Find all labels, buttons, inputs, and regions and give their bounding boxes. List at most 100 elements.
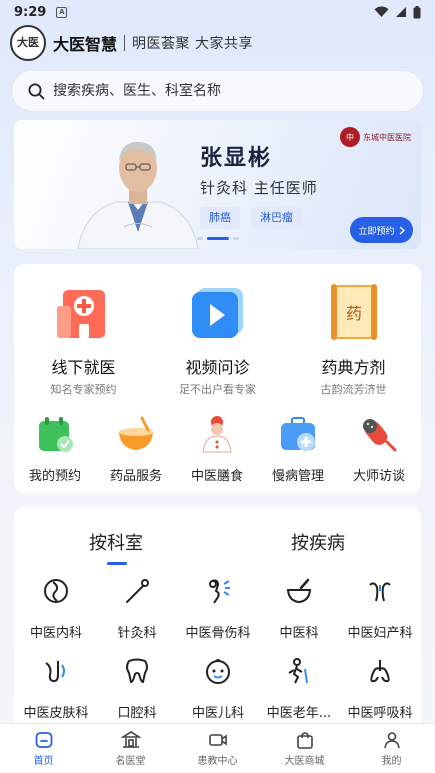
hospital-name: 东城中医医院 — [363, 132, 411, 142]
search-bar[interactable] — [11, 70, 424, 112]
tab-by-disease[interactable]: 按疾病 — [291, 529, 345, 555]
scroll-icon-text: 药 — [345, 304, 361, 323]
shortcut-medicine-service[interactable]: 药品服务 — [95, 414, 177, 484]
shortcut-tcm-diet[interactable]: 中医膳食 — [176, 414, 258, 484]
service-offline-visit[interactable]: 线下就医 知名专家预约 — [16, 284, 151, 397]
shortcut-master-interview[interactable]: 大师访谈 — [338, 414, 420, 484]
chevron-right-icon — [399, 225, 405, 235]
baby-icon — [206, 659, 230, 684]
status-time: 9:29 — [14, 4, 47, 20]
book-now-label: 立即预约 — [358, 226, 395, 237]
department-tabs: 按科室 按疾病 — [14, 529, 421, 569]
shortcut-label: 慢病管理 — [271, 469, 324, 484]
service-pharmacopeia[interactable]: 药 药典方剂 古韵流芳济世 — [286, 284, 421, 397]
nav-label: 首页 — [33, 756, 54, 767]
scroll-icon: 药 — [330, 284, 377, 340]
specialty-tag: 淋巴瘤 — [251, 207, 302, 229]
department-label: 中医呼吸科 — [347, 706, 413, 721]
department-item[interactable]: 中医儿科 — [177, 657, 259, 721]
user-icon — [383, 732, 400, 749]
hospital-icon — [56, 290, 105, 338]
carousel-dot-active[interactable] — [206, 237, 229, 240]
department-label: 中医骨伤科 — [185, 626, 251, 641]
shopping-bag-icon — [296, 732, 313, 749]
nav-home[interactable]: 首页 — [0, 724, 87, 773]
skin-icon — [45, 661, 65, 683]
department-label: 中医老年... — [266, 706, 332, 721]
department-item[interactable]: 中医科 — [258, 577, 340, 641]
nav-patient-education[interactable]: 患教中心 — [174, 724, 261, 773]
service-title: 线下就医 — [51, 358, 116, 377]
bottom-navigation: 首页 名医堂 患教中心 大医商城 我的 — [0, 723, 435, 773]
nav-profile[interactable]: 我的 — [348, 724, 435, 773]
hospital-logo: 中 东城中医医院 — [340, 127, 411, 147]
lungs-icon — [370, 660, 390, 683]
doctor-banner[interactable]: 中 东城中医医院 张显彬 针灸科 主任医师 肺癌 淋巴瘤 立即预约 — [14, 120, 421, 249]
battery-icon — [413, 5, 421, 18]
video-play-icon — [191, 288, 243, 338]
app-name: 大医智慧 — [53, 35, 118, 54]
doctor-name: 张显彬 — [200, 146, 273, 171]
department-item[interactable]: 中医内科 — [15, 577, 97, 641]
nav-famous-doctors[interactable]: 名医堂 — [87, 724, 174, 773]
tab-by-department[interactable]: 按科室 — [89, 529, 143, 555]
department-label: 中医皮肤科 — [23, 706, 89, 721]
hall-icon — [120, 731, 141, 748]
service-video-consult[interactable]: 视频问诊 足不出户看专家 — [150, 284, 285, 397]
home-icon — [35, 732, 52, 748]
logo-text: 大医 — [17, 36, 39, 49]
service-subtitle: 足不出户看专家 — [179, 383, 256, 396]
calendar-check-icon — [39, 417, 73, 452]
department-item[interactable]: 针灸科 — [96, 577, 178, 641]
department-item[interactable]: 口腔科 — [96, 657, 178, 721]
department-item[interactable]: 中医老年... — [258, 657, 340, 721]
active-tab-indicator — [107, 562, 127, 565]
shortcut-label: 中医膳食 — [190, 469, 243, 484]
carousel-dot[interactable] — [232, 237, 239, 240]
service-title: 视频问诊 — [185, 358, 250, 377]
mortar-icon — [286, 578, 312, 604]
header-divider — [124, 35, 126, 51]
nav-label: 名医堂 — [115, 756, 146, 767]
search-input[interactable] — [53, 83, 393, 99]
search-icon — [28, 83, 45, 99]
nav-label: 我的 — [381, 756, 402, 767]
department-label: 中医儿科 — [191, 706, 244, 721]
status-bar: 9:29 A — [0, 0, 435, 24]
department-label: 中医内科 — [29, 626, 82, 641]
shortcut-label: 我的预约 — [28, 469, 81, 484]
carousel-dot[interactable] — [196, 237, 203, 240]
doctor-title: 针灸科 主任医师 — [200, 179, 318, 197]
medicine-bowl-icon — [119, 416, 153, 450]
department-item[interactable]: 中医呼吸科 — [339, 657, 421, 721]
department-item[interactable]: 中医妇产科 — [339, 577, 421, 641]
department-item[interactable]: 中医皮肤科 — [15, 657, 97, 721]
service-subtitle: 古韵流芳济世 — [320, 383, 387, 396]
wifi-icon — [374, 6, 389, 17]
chef-icon — [202, 416, 232, 453]
medkit-icon — [281, 417, 315, 451]
department-item[interactable]: 中医骨伤科 — [177, 577, 259, 641]
app-logo: 大医 — [10, 25, 46, 61]
stomach-icon — [44, 579, 68, 603]
departments-card: 按科室 按疾病 中医内科 针灸科 中医骨伤科 中医科 中医妇产科 中医皮肤科 口… — [14, 507, 421, 737]
shortcut-label: 大师访谈 — [352, 469, 405, 484]
service-subtitle: 知名专家预约 — [50, 383, 117, 396]
app-slogan: 明医荟聚 大家共享 — [132, 36, 253, 52]
video-camera-icon — [208, 734, 227, 746]
microphone-icon — [363, 419, 397, 452]
department-label: 中医妇产科 — [347, 626, 413, 641]
nav-mall[interactable]: 大医商城 — [261, 724, 348, 773]
needle-icon — [126, 579, 149, 603]
shortcut-my-appointments[interactable]: 我的预约 — [14, 414, 96, 484]
shortcut-chronic-care[interactable]: 慢病管理 — [257, 414, 339, 484]
signal-icon — [396, 7, 406, 17]
uterus-icon — [369, 582, 391, 602]
doctor-photo — [77, 142, 199, 249]
service-title: 药典方剂 — [321, 358, 386, 377]
hospital-seal-icon: 中 — [340, 127, 360, 147]
specialty-tag: 肺癌 — [200, 207, 240, 229]
carousel-indicator — [14, 237, 421, 240]
nav-label: 大医商城 — [284, 756, 325, 767]
notification-a-icon: A — [56, 6, 68, 18]
